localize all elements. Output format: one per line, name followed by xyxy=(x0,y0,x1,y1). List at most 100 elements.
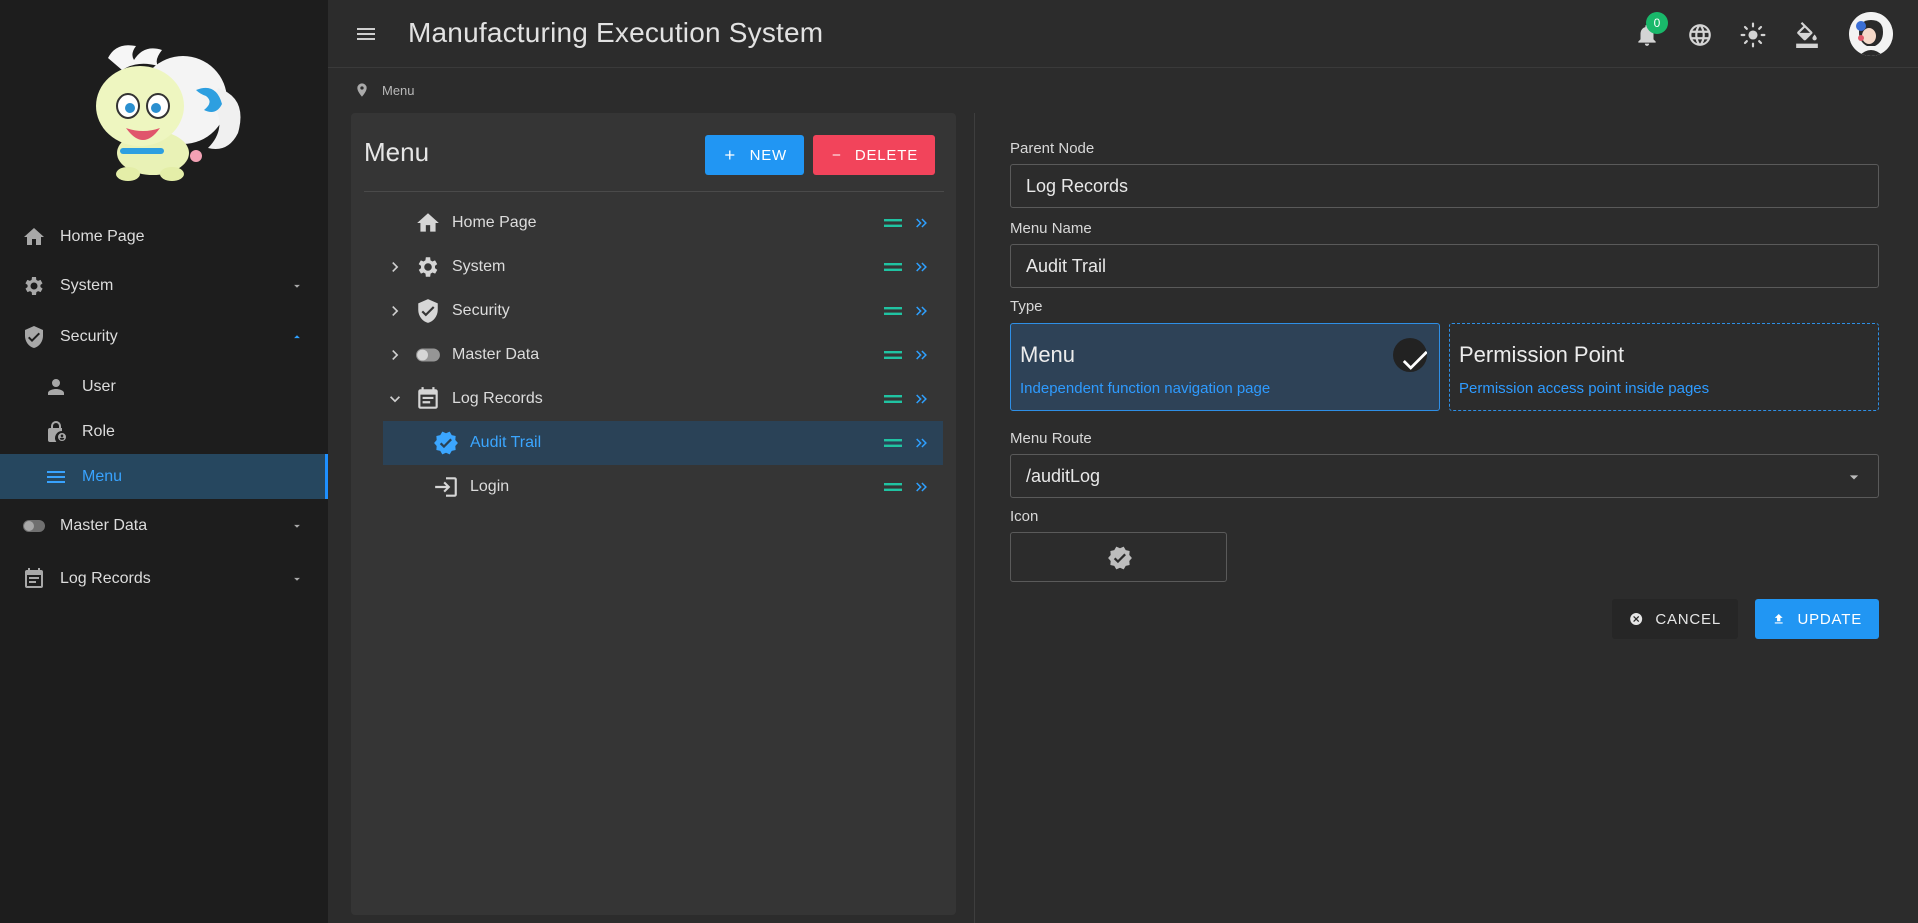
tree-row-login[interactable]: Login xyxy=(383,465,943,509)
double-chevron-right-icon[interactable] xyxy=(913,258,931,276)
delete-button-label: DELETE xyxy=(854,146,918,164)
drag-handle-icon[interactable] xyxy=(883,390,903,408)
drag-handle-icon[interactable] xyxy=(883,478,903,496)
vertical-divider xyxy=(974,113,975,923)
parent-node-value: Log Records xyxy=(1026,175,1129,196)
notification-badge: 0 xyxy=(1646,12,1668,34)
drag-handle-icon[interactable] xyxy=(883,434,903,452)
drag-handle-icon[interactable] xyxy=(883,346,903,364)
double-chevron-right-icon[interactable] xyxy=(913,478,931,496)
row-actions xyxy=(883,478,931,496)
sidebar-item-role[interactable]: Role xyxy=(0,409,328,454)
delete-button[interactable]: DELETE xyxy=(813,135,935,175)
row-actions xyxy=(883,214,931,232)
paint-bucket-icon[interactable] xyxy=(1794,22,1820,48)
drag-handle-icon[interactable] xyxy=(883,302,903,320)
sidebar-item-label: System xyxy=(60,276,114,294)
tree-row-security[interactable]: Security xyxy=(383,289,943,333)
cancel-button-label: CANCEL xyxy=(1655,610,1721,628)
app-title: Manufacturing Execution System xyxy=(408,17,824,48)
parent-node-field[interactable]: Log Records xyxy=(1010,164,1879,208)
new-button-label: NEW xyxy=(749,146,787,164)
double-chevron-right-icon[interactable] xyxy=(913,302,931,320)
tree-row-log-records[interactable]: Log Records xyxy=(383,377,943,421)
update-button[interactable]: UPDATE xyxy=(1755,599,1879,639)
home-icon xyxy=(22,225,46,249)
tree-row-home-page[interactable]: Home Page xyxy=(383,201,943,245)
hamburger-menu-icon[interactable] xyxy=(354,22,378,46)
sidebar-item-security[interactable]: Security xyxy=(0,310,328,364)
sidebar-item-master-data[interactable]: Master Data xyxy=(0,499,328,552)
tree-row-label: Security xyxy=(452,302,510,319)
tree-row-label: Log Records xyxy=(452,390,543,407)
gear-icon xyxy=(415,254,441,280)
tree-row-label: Login xyxy=(470,478,510,495)
caret-up-icon xyxy=(290,330,304,344)
caret-down-icon xyxy=(1844,467,1864,487)
plus-icon xyxy=(722,146,738,164)
type-option-title: Menu xyxy=(1020,342,1076,367)
sidebar-item-log-records[interactable]: Log Records xyxy=(0,552,328,605)
type-option-menu[interactable]: Menu Independent function navigation pag… xyxy=(1010,323,1440,411)
menu-name-value: Audit Trail xyxy=(1026,255,1107,276)
menu-list-icon xyxy=(44,465,68,489)
tree-row-label: Audit Trail xyxy=(470,434,542,451)
menu-route-label: Menu Route xyxy=(1010,430,1092,447)
type-option-permission-point[interactable]: Permission Point Permission access point… xyxy=(1449,323,1879,411)
menu-route-select[interactable]: /auditLog xyxy=(1010,454,1879,498)
menu-name-field[interactable]: Audit Trail xyxy=(1010,244,1879,288)
globe-icon[interactable] xyxy=(1687,22,1713,48)
chevron-down-icon[interactable] xyxy=(385,389,405,409)
drag-handle-icon[interactable] xyxy=(883,258,903,276)
sidebar-item-label: Log Records xyxy=(60,569,151,587)
double-chevron-right-icon[interactable] xyxy=(913,390,931,408)
menu-route-value: /auditLog xyxy=(1026,465,1101,486)
drag-handle-icon[interactable] xyxy=(883,214,903,232)
verified-icon xyxy=(433,430,459,456)
login-icon xyxy=(433,474,459,500)
tree-row-audit-trail[interactable]: Audit Trail xyxy=(383,421,943,465)
parent-node-label: Parent Node xyxy=(1010,140,1095,157)
sidebar: Home Page System Security User Role Menu… xyxy=(0,0,328,923)
new-button[interactable]: NEW xyxy=(705,135,804,175)
chevron-right-icon[interactable] xyxy=(385,301,405,321)
sidebar-item-menu[interactable]: Menu xyxy=(0,454,328,499)
toggle-icon xyxy=(415,342,441,368)
chevron-right-icon[interactable] xyxy=(385,257,405,277)
location-pin-icon xyxy=(354,82,370,98)
sun-icon[interactable] xyxy=(1740,22,1766,48)
type-option-description: Independent function navigation page xyxy=(1020,380,1271,397)
sidebar-item-home-page[interactable]: Home Page xyxy=(0,212,328,261)
menu-tree-panel: Menu NEW DELETE Home Page System Securit… xyxy=(351,113,956,915)
upload-icon xyxy=(1772,610,1785,628)
cancel-button[interactable]: CANCEL xyxy=(1612,599,1738,639)
tree-row-master-data[interactable]: Master Data xyxy=(383,333,943,377)
type-option-title: Permission Point xyxy=(1459,342,1625,367)
row-actions xyxy=(883,434,931,452)
chevron-right-icon[interactable] xyxy=(385,345,405,365)
row-actions xyxy=(883,302,931,320)
home-icon xyxy=(415,210,441,236)
gear-icon xyxy=(22,274,46,298)
tree-row-label: System xyxy=(452,258,506,275)
avatar[interactable] xyxy=(1849,12,1893,56)
sidebar-item-label: Role xyxy=(82,422,115,440)
shield-icon xyxy=(22,325,46,349)
minus-icon xyxy=(830,146,843,164)
double-chevron-right-icon[interactable] xyxy=(913,346,931,364)
sidebar-item-user[interactable]: User xyxy=(0,364,328,409)
sidebar-item-label: Menu xyxy=(82,467,123,485)
sidebar-item-system[interactable]: System xyxy=(0,261,328,310)
sidebar-item-label: Master Data xyxy=(60,516,148,534)
double-chevron-right-icon[interactable] xyxy=(913,214,931,232)
calendar-icon xyxy=(22,567,46,591)
sidebar-item-label: Security xyxy=(60,328,118,345)
lock-person-icon xyxy=(44,420,68,444)
caret-down-icon xyxy=(290,519,304,533)
menu-name-label: Menu Name xyxy=(1010,220,1092,237)
breadcrumb-item[interactable]: Menu xyxy=(382,83,415,98)
tree-row-system[interactable]: System xyxy=(383,245,943,289)
toggle-icon xyxy=(22,514,46,538)
double-chevron-right-icon[interactable] xyxy=(913,434,931,452)
icon-picker[interactable] xyxy=(1010,532,1227,582)
